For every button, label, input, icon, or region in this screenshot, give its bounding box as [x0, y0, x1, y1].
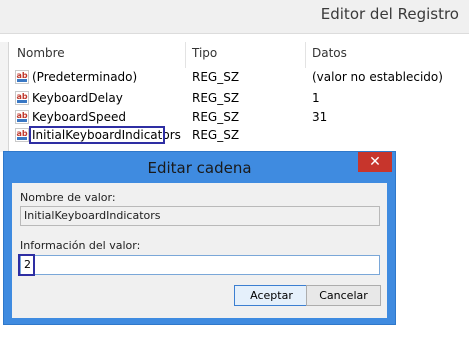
value-name: (Predeterminado) [32, 70, 138, 84]
column-header-data[interactable]: Datos [312, 46, 347, 68]
column-header-type[interactable]: Tipo [192, 46, 217, 68]
edit-string-dialog: Editar cadena ✕ Nombre de valor: Initial… [3, 151, 396, 325]
value-data: 31 [312, 110, 328, 124]
title-bar: Editor del Registro [0, 0, 469, 34]
value-name: KeyboardSpeed [32, 110, 127, 124]
tree-pane-edge[interactable] [0, 42, 9, 152]
string-value-icon: ab [15, 70, 29, 84]
value-data: (valor no establecido) [312, 70, 443, 84]
value-name: KeyboardDelay [32, 91, 123, 105]
value-data: 1 [312, 91, 320, 105]
column-divider[interactable] [185, 42, 186, 68]
close-icon: ✕ [369, 154, 381, 170]
value-type: REG_SZ [192, 110, 240, 124]
string-value-icon: ab [15, 128, 29, 142]
input-highlight-box [18, 254, 35, 276]
value-type: REG_SZ [192, 128, 240, 142]
value-name-label: Nombre de valor: [20, 191, 116, 204]
value-type: REG_SZ [192, 91, 240, 105]
dialog-body: Nombre de valor: InitialKeyboardIndicato… [12, 183, 387, 318]
selection-highlight-box [29, 126, 165, 144]
value-data-input[interactable]: 2 [20, 255, 380, 275]
column-divider[interactable] [305, 42, 306, 68]
value-type: REG_SZ [192, 70, 240, 84]
ok-button[interactable]: Aceptar [234, 285, 309, 306]
cancel-button[interactable]: Cancelar [306, 285, 381, 306]
value-data-label: Información del valor: [20, 239, 141, 252]
string-value-icon: ab [15, 110, 29, 124]
column-header-name[interactable]: Nombre [17, 46, 65, 68]
close-button[interactable]: ✕ [358, 152, 392, 172]
dialog-title: Editar cadena [147, 159, 252, 177]
string-value-icon: ab [15, 91, 29, 105]
value-name-field: InitialKeyboardIndicators [20, 206, 380, 226]
window-title: Editor del Registro [320, 5, 459, 23]
